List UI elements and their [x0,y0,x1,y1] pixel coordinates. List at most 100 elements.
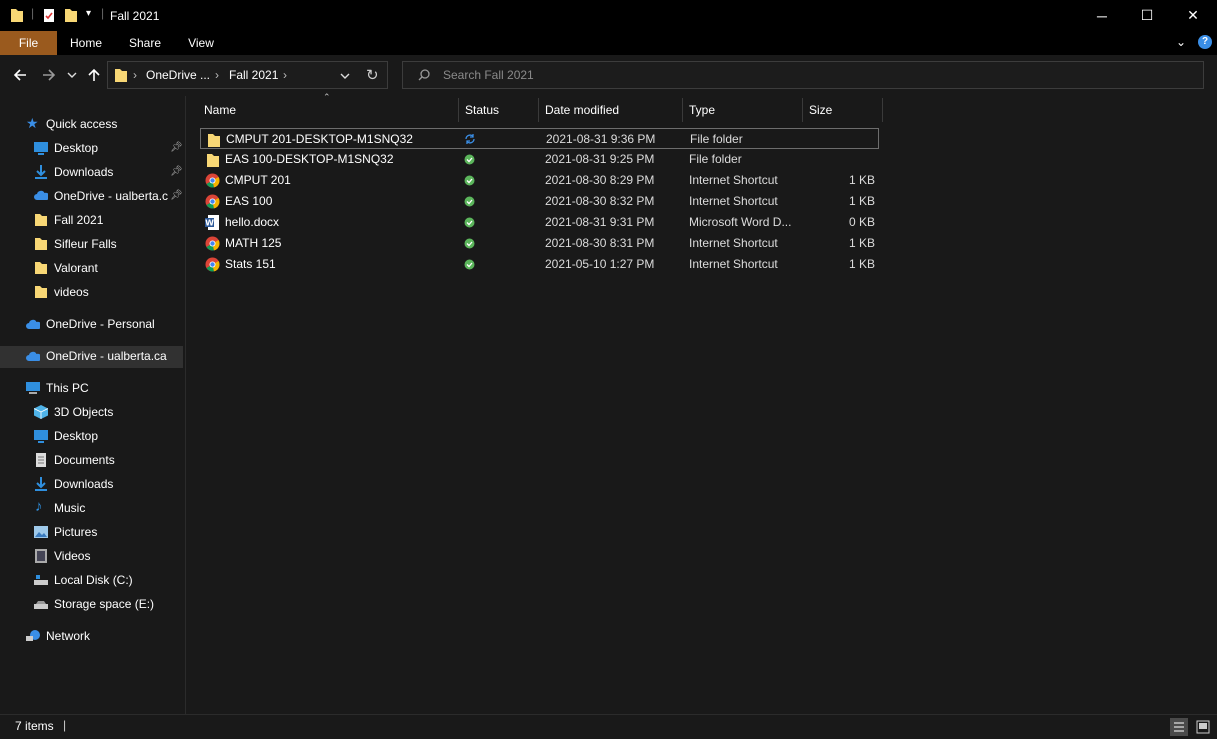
file-row[interactable]: MATH 125 2021-08-30 8:31 PM Internet Sho… [200,233,879,254]
column-divider[interactable] [682,98,683,122]
word-doc-icon: W [205,215,219,230]
file-size: 1 KB [848,173,875,187]
pin-icon[interactable]: 📌︎ [170,185,183,207]
cloud-icon [34,190,48,200]
pictures-icon [34,526,48,538]
column-divider[interactable] [538,98,539,122]
file-row[interactable]: W hello.docx 2021-08-31 9:31 PM Microsof… [200,212,879,233]
maximize-button[interactable]: ☐ [1124,0,1170,31]
column-divider[interactable] [802,98,803,122]
forward-icon[interactable] [41,67,57,83]
file-date: 2021-08-31 9:25 PM [545,152,655,166]
file-name: CMPUT 201-DESKTOP-M1SNQ32 [226,132,413,146]
breadcrumb-item-onedrive[interactable]: OneDrive ... [146,68,210,82]
column-header-name[interactable]: Name [204,99,236,121]
sidebar-item-label: Downloads [54,165,114,179]
file-size: 0 KB [848,215,875,229]
tab-share[interactable]: Share [122,31,168,55]
file-name: MATH 125 [225,236,282,250]
folder-icon [35,214,47,226]
sidebar-item-label: Fall 2021 [54,213,104,227]
status-bar: 7 items | [0,714,1217,739]
file-type: Internet Shortcut [689,173,778,187]
music-icon: ♪ [35,498,43,515]
search-box[interactable]: Search Fall 2021 [402,61,1204,89]
sidebar-item-downloads[interactable]: Downloads 📌︎ [34,161,184,183]
breadcrumb-item-fall-2021[interactable]: Fall 2021 [229,68,278,82]
help-icon[interactable]: ? [1198,35,1212,49]
breadcrumb-separator-icon[interactable]: › [283,68,287,82]
sort-ascending-icon: ⌃ [323,92,331,102]
back-icon[interactable] [12,67,28,83]
folder-icon [11,9,23,22]
breadcrumb-separator-icon[interactable]: › [133,68,137,82]
chrome-shortcut-icon [205,173,220,188]
file-row[interactable]: EAS 100-DESKTOP-M1SNQ32 2021-08-31 9:25 … [200,149,879,170]
close-button[interactable]: ✕ [1170,0,1216,31]
sidebar-item-label: This PC [46,381,89,395]
folder-icon [35,262,47,274]
sidebar-item-label: Pictures [54,525,98,539]
sidebar-item-label: Documents [54,453,115,467]
refresh-icon[interactable]: ↻ [366,66,379,84]
network-icon [26,630,40,641]
recent-locations-icon[interactable] [67,70,77,80]
file-row[interactable]: CMPUT 201-DESKTOP-M1SNQ32 2021-08-31 9:3… [200,128,879,149]
file-type: Microsoft Word D... [689,215,792,229]
sidebar-item-label: Videos [54,549,91,563]
tab-file[interactable]: File [0,31,57,55]
chrome-shortcut-icon [205,236,220,251]
address-bar[interactable]: › OneDrive ... › Fall 2021 › ↻ [107,61,388,89]
sidebar-item-onedrive-ualberta-quick[interactable]: OneDrive - ualberta.c 📌︎ [34,185,184,207]
tab-view[interactable]: View [180,31,222,55]
cloud-icon [26,319,40,329]
pin-icon[interactable]: 📌︎ [170,161,183,183]
breadcrumb-separator-icon[interactable]: › [215,68,219,82]
file-row[interactable]: EAS 100 2021-08-30 8:32 PM Internet Shor… [200,191,879,212]
minimize-button[interactable]: ─ [1079,0,1125,31]
downloads-icon [35,165,47,179]
properties-icon[interactable] [42,7,56,23]
file-name: EAS 100-DESKTOP-M1SNQ32 [225,152,394,166]
up-icon[interactable] [86,67,102,83]
file-size: 1 KB [848,194,875,208]
customize-qat-icon[interactable]: ▾ [86,8,91,19]
column-divider[interactable] [458,98,459,122]
sidebar-item-label: Sifleur Falls [54,237,117,251]
folder-icon [115,69,127,82]
column-divider[interactable] [882,98,883,122]
file-size: 1 KB [848,236,875,250]
tab-home[interactable]: Home [62,31,110,55]
file-row[interactable]: CMPUT 201 2021-08-30 8:29 PM Internet Sh… [200,170,879,191]
file-date: 2021-08-31 9:31 PM [545,215,655,229]
synced-check-icon [464,238,475,249]
file-size: 1 KB [848,257,875,271]
sidebar-item-label: Quick access [46,117,118,131]
sidebar-item-label: videos [54,285,89,299]
sidebar-item-label: Valorant [54,261,98,275]
pin-icon[interactable]: 📌︎ [170,137,183,159]
downloads-icon [35,477,47,491]
sidebar-item-label: Downloads [54,477,114,491]
star-icon: ★ [26,115,39,131]
file-date: 2021-08-30 8:29 PM [545,173,655,187]
sidebar-item-label: 3D Objects [54,405,114,419]
search-placeholder[interactable]: Search Fall 2021 [443,68,534,82]
ribbon-expand-icon[interactable]: ⌄ [1176,35,1186,49]
column-header-status[interactable]: Status [465,99,499,121]
status-separator: | [63,718,67,732]
details-view-icon[interactable] [1170,718,1188,736]
sidebar-item-desktop[interactable]: Desktop 📌︎ [34,137,184,159]
file-date: 2021-08-30 8:31 PM [545,236,655,250]
column-header-type[interactable]: Type [689,99,715,121]
column-header-size[interactable]: Size [809,99,832,121]
file-row[interactable]: Stats 151 2021-05-10 1:27 PM Internet Sh… [200,254,879,275]
new-folder-icon[interactable] [64,7,78,23]
synced-check-icon [464,259,475,270]
chrome-shortcut-icon [205,194,220,209]
address-dropdown-icon[interactable] [340,71,350,81]
desktop-icon [34,142,48,155]
large-icons-view-icon[interactable] [1195,719,1211,735]
file-date: 2021-05-10 1:27 PM [545,257,655,271]
column-header-date-modified[interactable]: Date modified [545,99,619,121]
